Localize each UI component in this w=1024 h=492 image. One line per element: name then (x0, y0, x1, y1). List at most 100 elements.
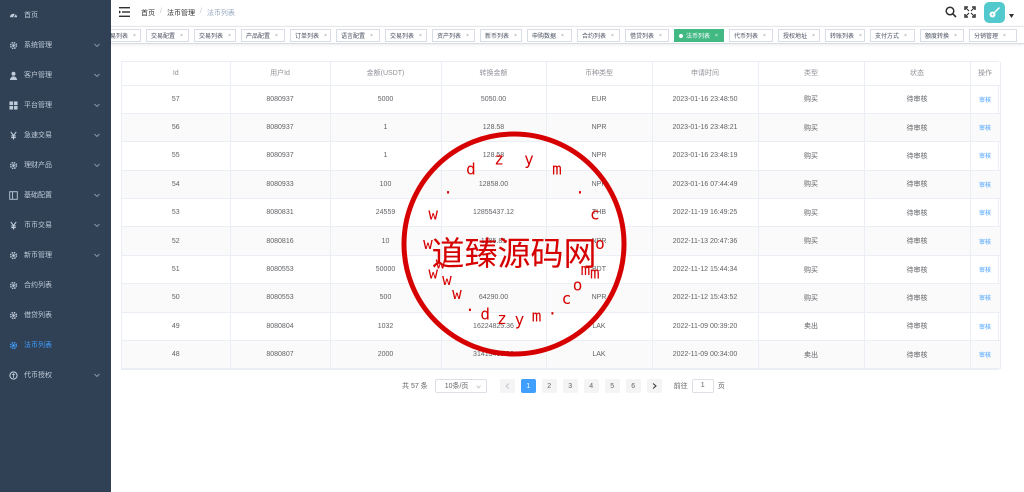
close-icon[interactable]: × (954, 33, 957, 39)
search-icon[interactable] (945, 6, 957, 18)
tag-item[interactable]: 交易列表 × (194, 29, 236, 42)
review-button[interactable]: 审核 (970, 283, 1001, 313)
close-icon[interactable]: × (419, 33, 422, 39)
review-button[interactable]: 审核 (970, 340, 1001, 370)
close-icon[interactable]: × (561, 33, 564, 39)
gear-icon (8, 40, 18, 50)
sidebar-item-label: 新币管理 (24, 252, 52, 259)
close-icon[interactable]: × (180, 33, 183, 39)
hamburger-icon[interactable] (119, 7, 130, 17)
close-icon[interactable]: × (859, 33, 862, 39)
close-icon[interactable]: × (228, 33, 231, 39)
tag-item[interactable]: 新币列表 × (480, 29, 522, 42)
close-icon[interactable]: × (1003, 33, 1006, 39)
page-number-button[interactable]: 6 (625, 379, 641, 393)
close-icon[interactable]: × (133, 33, 136, 39)
review-button[interactable]: 审核 (970, 85, 1001, 114)
table-cell: 8080933 (230, 170, 331, 200)
tag-label: 交易配置 (151, 34, 176, 40)
sidebar-item[interactable]: 客户管理 (0, 60, 111, 90)
tag-item[interactable]: 法币列表 × (674, 29, 724, 42)
page-number-button[interactable]: 4 (583, 379, 599, 393)
close-icon[interactable]: × (275, 33, 278, 39)
active-dot (679, 33, 683, 38)
avatar[interactable] (984, 2, 1005, 23)
gear-icon (8, 280, 18, 290)
tag-item[interactable]: 支付方式 × (870, 29, 915, 42)
tag-item[interactable]: 语言配置 × (336, 29, 380, 42)
tag-item[interactable]: 授权地址 × (778, 29, 820, 42)
close-icon[interactable]: × (324, 33, 327, 39)
close-icon[interactable]: × (611, 33, 614, 39)
tag-item[interactable]: 分销管理 × (969, 29, 1017, 42)
review-button[interactable]: 审核 (970, 170, 1001, 200)
chevron-down-icon[interactable] (1009, 14, 1014, 18)
tag-item[interactable]: 借贷列表 × (625, 29, 669, 42)
table-cell: 64290.00 (441, 283, 547, 313)
close-icon[interactable]: × (715, 33, 718, 39)
sidebar-item[interactable]: 法币列表 (0, 330, 111, 360)
sidebar-item-label: 客户管理 (24, 72, 52, 79)
prev-page-button[interactable] (499, 379, 515, 393)
review-button[interactable]: 审核 (970, 198, 1001, 228)
table-row: 50 8080553 500 64290.00 NPR 2022-11-12 15:43:… (122, 283, 1001, 313)
review-button[interactable]: 审核 (970, 226, 1001, 256)
close-icon[interactable]: × (763, 33, 766, 39)
sidebar-item[interactable]: 理财产品 (0, 150, 111, 180)
tag-item[interactable]: 转账列表 × (825, 29, 865, 42)
sidebar-item-label: 代币授权 (24, 372, 52, 379)
sidebar-item[interactable]: 新币管理 (0, 240, 111, 270)
column-header: 转换金额 (441, 62, 547, 86)
tag-label: 支付方式 (875, 34, 900, 40)
tag-item[interactable]: 合约列表 × (577, 29, 620, 42)
tag-item[interactable]: 申购数据 × (527, 29, 572, 42)
table-cell: 8080553 (230, 283, 331, 313)
review-button[interactable]: 审核 (970, 255, 1001, 285)
close-icon[interactable]: × (812, 33, 815, 39)
table-row: 55 8080937 1 128.58 NPR 2023-01-16 23:48:19 购买… (122, 141, 1001, 171)
tag-item[interactable]: 产品配置 × (241, 29, 285, 42)
tag-item[interactable]: 交易列表 × (385, 29, 427, 42)
sidebar-item[interactable]: 合约列表 (0, 270, 111, 300)
page-size-select[interactable]: 10条/页 (434, 379, 487, 393)
breadcrumb-fiat-management[interactable]: 法币管理 (167, 8, 195, 18)
review-button[interactable]: 审核 (970, 113, 1001, 143)
goto-page-input[interactable]: 1 (691, 379, 714, 393)
close-icon[interactable]: × (659, 33, 662, 39)
review-button[interactable]: 审核 (970, 141, 1001, 171)
sidebar-item[interactable]: 急速交易 (0, 120, 111, 150)
tag-item[interactable]: 代币列表 × (729, 29, 773, 42)
page-number-button[interactable]: 1 (520, 379, 536, 393)
close-icon[interactable]: × (370, 33, 373, 39)
tag-item[interactable]: 交易配置 × (146, 29, 189, 42)
close-icon[interactable]: × (466, 33, 469, 39)
sidebar-item[interactable]: 基础配置 (0, 180, 111, 210)
chevron-down-icon (94, 73, 100, 78)
sidebar-item[interactable]: 借贷列表 (0, 300, 111, 330)
sidebar-item[interactable]: 首页 (0, 0, 111, 30)
page-number-button[interactable]: 5 (604, 379, 620, 393)
close-icon[interactable]: × (904, 33, 907, 39)
tag-item[interactable]: 订单列表 × (290, 29, 331, 42)
tag-item[interactable]: 额度转换 × (920, 29, 964, 42)
tag-item[interactable]: 易列表 × (111, 29, 141, 42)
sidebar-item[interactable]: 代币授权 (0, 360, 111, 390)
sidebar-item[interactable]: 平台管理 (0, 90, 111, 120)
sidebar-item-label: 借贷列表 (24, 312, 52, 319)
fullscreen-icon[interactable] (964, 6, 976, 18)
column-header: 用户Id (230, 62, 331, 86)
sidebar-item[interactable]: 系统管理 (0, 30, 111, 60)
next-page-button[interactable] (646, 379, 662, 393)
tag-item[interactable]: 资产列表 × (432, 29, 475, 42)
table-cell: THB (546, 198, 653, 228)
close-icon[interactable]: × (514, 33, 517, 39)
review-button[interactable]: 审核 (970, 312, 1001, 342)
page-number-button[interactable]: 3 (562, 379, 578, 393)
breadcrumb-home[interactable]: 首页 (141, 8, 155, 18)
sidebar-item[interactable]: 币币交易 (0, 210, 111, 240)
table-cell: 购买 (758, 283, 865, 313)
table-cell: 500 (330, 283, 442, 313)
page-number-button[interactable]: 2 (541, 379, 557, 393)
tag-label: 交易列表 (199, 34, 224, 40)
tag-label: 分销管理 (974, 34, 999, 40)
